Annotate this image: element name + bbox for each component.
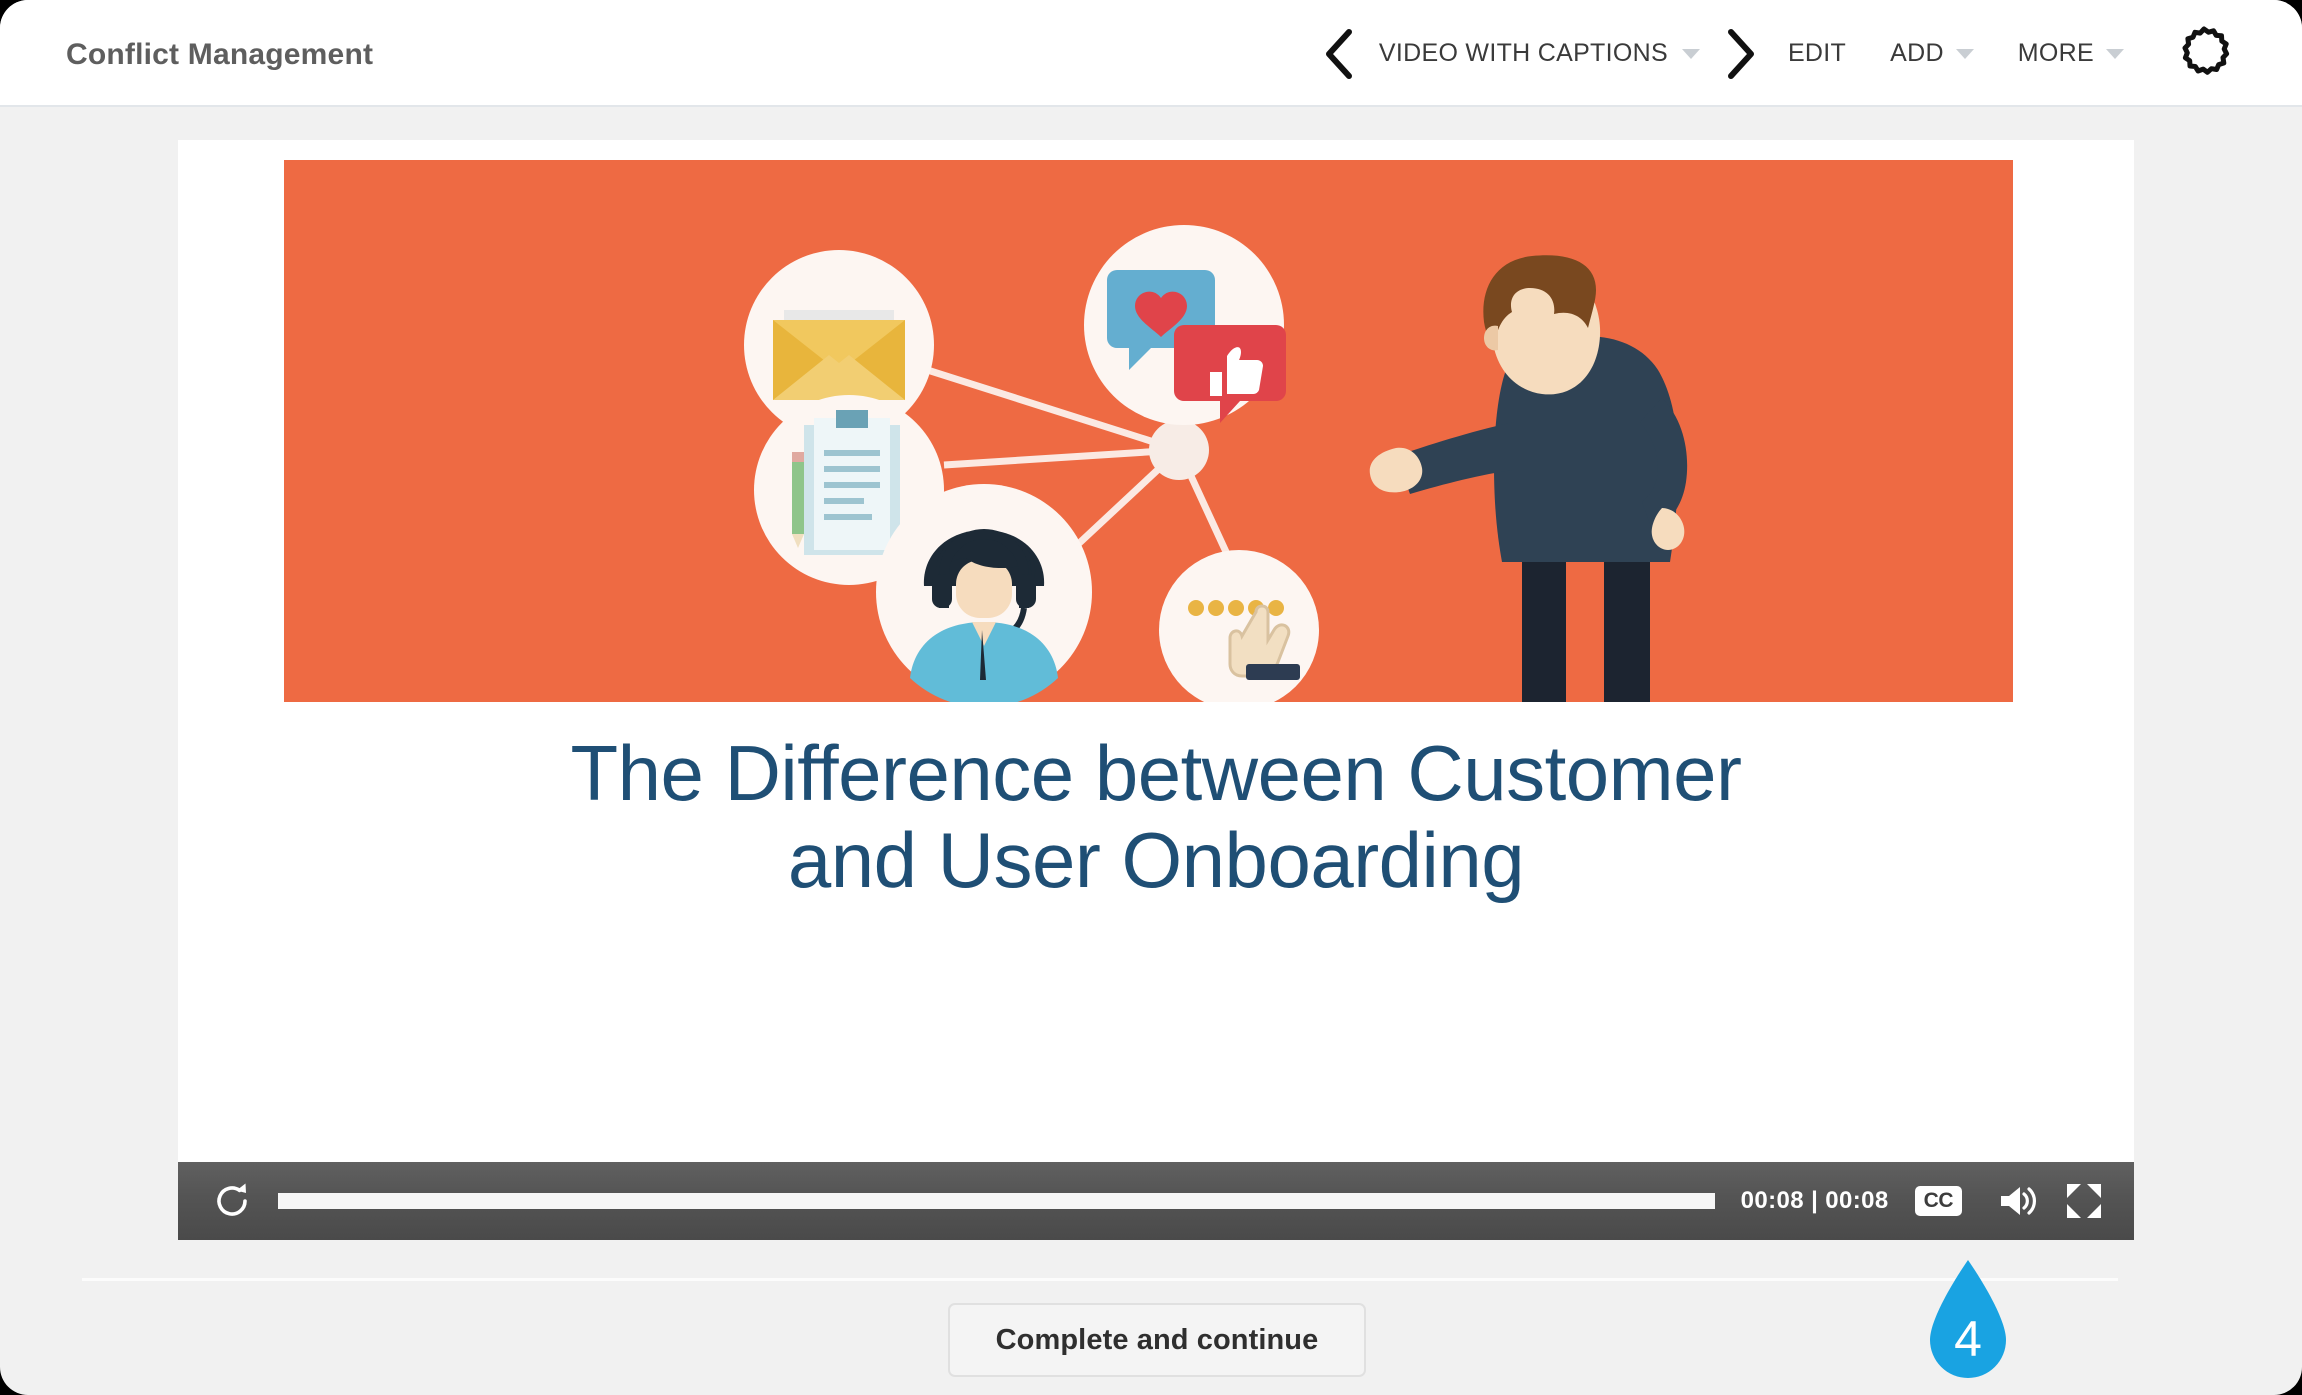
replay-button[interactable]	[202, 1171, 262, 1231]
video-control-bar: 00:08 | 00:08 CC	[178, 1162, 2134, 1240]
star-rating-icon	[1159, 550, 1319, 702]
chat-bubbles-icon	[1084, 225, 1286, 425]
complete-and-continue-button[interactable]: Complete and continue	[948, 1303, 1366, 1377]
lesson-content-card: The Difference between Customer and User…	[178, 140, 2134, 1240]
volume-button[interactable]	[1990, 1173, 2046, 1229]
standing-person-illustration	[1369, 255, 1688, 702]
page-title: Conflict Management	[66, 38, 374, 71]
replay-icon	[217, 1183, 247, 1216]
add-menu-label: ADD	[1890, 39, 1944, 67]
edit-menu-label: EDIT	[1787, 39, 1847, 67]
progress-bar-fill	[278, 1193, 1715, 1209]
captions-button[interactable]: CC	[1914, 1186, 1962, 1216]
video-title-line-2: and User Onboarding	[787, 816, 1525, 905]
fullscreen-button[interactable]	[2056, 1173, 2112, 1229]
chevron-down-icon	[1681, 48, 1700, 59]
pencil	[792, 452, 804, 548]
header-navigation: VIDEO WITH CAPTIONS EDIT ADD MORE	[1313, 0, 2240, 107]
add-menu-button[interactable]: ADD	[1868, 39, 1996, 68]
video-thumbnail-illustration	[284, 160, 2013, 702]
lesson-type-dropdown[interactable]: VIDEO WITH CAPTIONS	[1365, 39, 1714, 68]
step-marker[interactable]: 4	[1920, 1258, 2016, 1386]
video-title-line-1: The Difference between Customer	[570, 729, 1743, 817]
video-title: The Difference between Customer and User…	[178, 729, 2134, 905]
gear-icon	[2182, 26, 2230, 75]
lesson-type-label: VIDEO WITH CAPTIONS	[1378, 39, 1668, 67]
browser-window: Conflict Management VIDEO WITH CAPTIONS …	[0, 0, 2302, 1395]
chevron-down-icon	[1955, 48, 1974, 59]
volume-icon	[2001, 1187, 2036, 1215]
video-player[interactable]: The Difference between Customer and User…	[178, 140, 2134, 1240]
footer-divider	[82, 1278, 2118, 1281]
header-bar: Conflict Management VIDEO WITH CAPTIONS …	[0, 0, 2302, 107]
next-lesson-button[interactable]	[1714, 21, 1766, 87]
edit-menu-button[interactable]: EDIT	[1766, 39, 1868, 68]
step-marker-number: 4	[1954, 1311, 1982, 1367]
headset-agent-icon	[876, 484, 1092, 702]
more-menu-button[interactable]: MORE	[1996, 39, 2146, 68]
previous-lesson-button[interactable]	[1313, 21, 1365, 87]
illustration-artwork	[744, 225, 1688, 702]
more-menu-label: MORE	[2017, 39, 2094, 67]
chevron-right-icon	[1727, 28, 1754, 79]
chevron-left-icon	[1325, 28, 1352, 79]
fullscreen-icon	[2067, 1184, 2101, 1218]
chevron-down-icon	[2106, 48, 2124, 59]
time-display: 00:08 | 00:08	[1740, 1187, 1889, 1214]
settings-button[interactable]	[2168, 18, 2240, 90]
progress-bar[interactable]	[278, 1193, 1715, 1209]
